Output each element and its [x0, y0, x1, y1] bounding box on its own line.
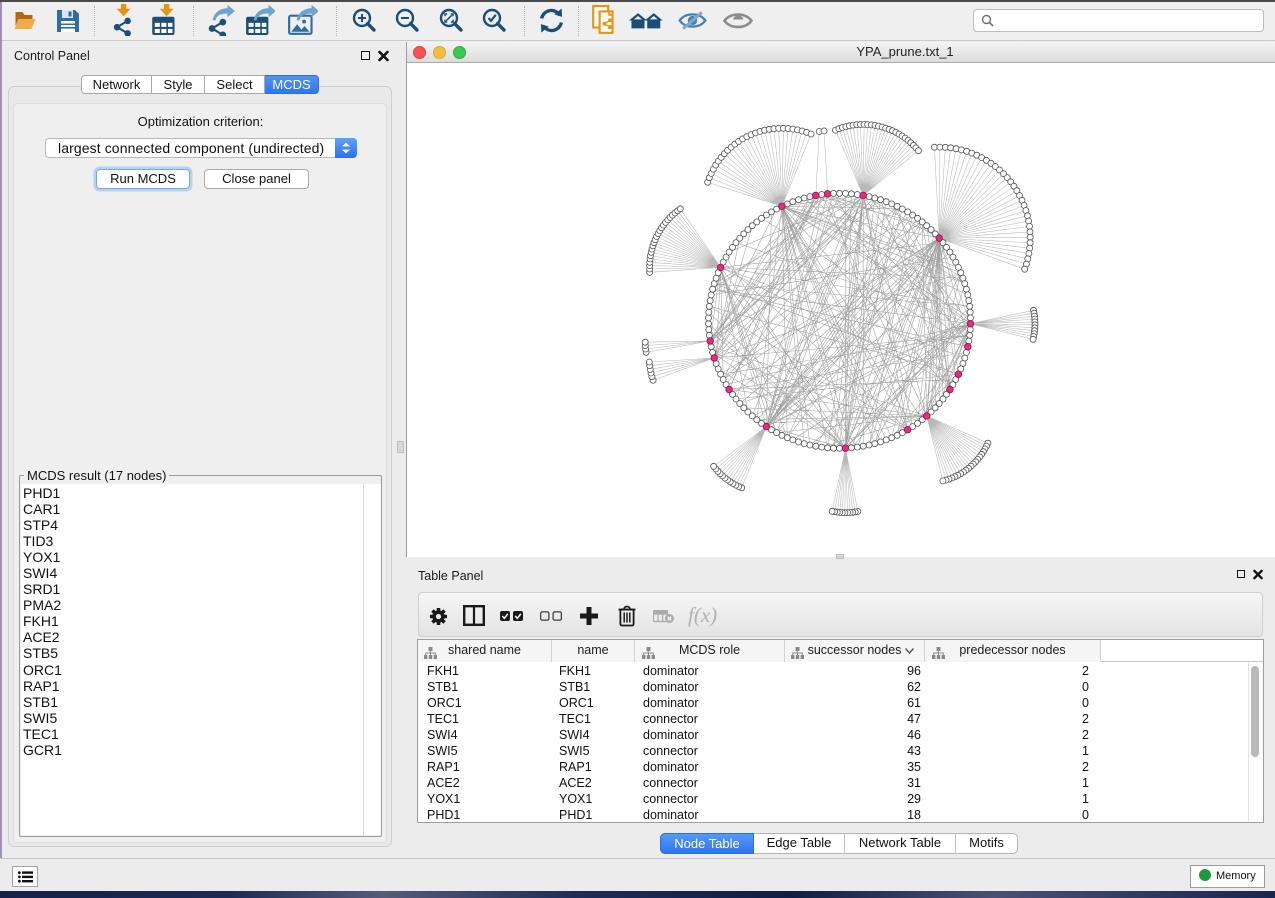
svg-text:f(x): f(x) [688, 603, 717, 627]
